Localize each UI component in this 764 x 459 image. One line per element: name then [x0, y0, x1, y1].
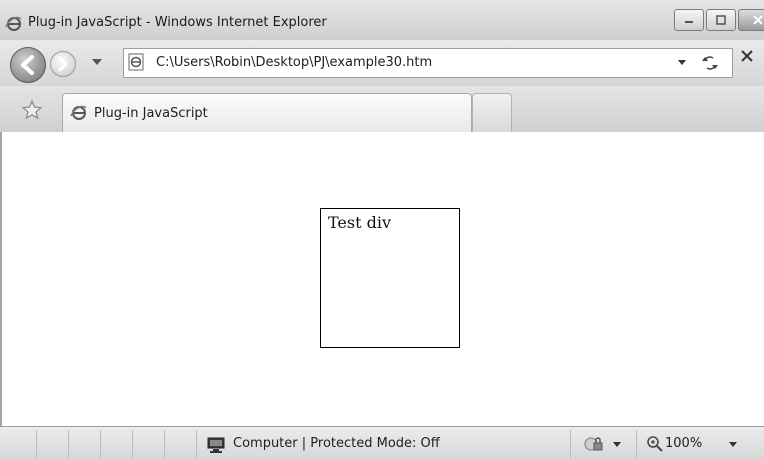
forward-button[interactable] — [50, 51, 76, 77]
address-field[interactable]: C:\Users\Robin\Desktop\PJ\example30.htm — [123, 48, 733, 78]
status-divider — [68, 430, 69, 458]
status-bar: Computer | Protected Mode: Off 100% — [0, 426, 764, 459]
zoom-icon[interactable] — [646, 435, 664, 453]
maximize-button[interactable] — [706, 9, 736, 31]
address-url: C:\Users\Robin\Desktop\PJ\example30.htm — [156, 55, 433, 70]
security-icon[interactable] — [583, 435, 605, 453]
test-div: Test div — [320, 208, 460, 348]
refresh-icon[interactable] — [699, 53, 721, 73]
new-tab-button[interactable] — [472, 93, 512, 132]
status-divider — [196, 430, 197, 458]
browser-window: Plug-in JavaScript - Windows Internet Ex… — [0, 0, 764, 459]
ie-icon — [5, 16, 22, 31]
status-divider — [570, 430, 571, 458]
window-title: Plug-in JavaScript - Windows Internet Ex… — [28, 15, 327, 30]
status-divider — [164, 430, 165, 458]
maximize-icon — [716, 15, 726, 25]
star-icon[interactable] — [21, 99, 43, 121]
caption-buttons — [672, 9, 764, 31]
tab-label: Plug-in JavaScript — [94, 106, 208, 121]
ie-icon — [70, 105, 87, 120]
status-divider — [636, 430, 637, 458]
close-button[interactable] — [738, 9, 764, 31]
chevron-down-icon[interactable] — [728, 439, 738, 449]
test-div-text: Test div — [328, 213, 392, 232]
close-icon — [753, 15, 763, 25]
computer-icon — [207, 437, 225, 453]
security-zone-text[interactable]: Computer | Protected Mode: Off — [233, 436, 440, 451]
minimize-button[interactable] — [674, 9, 704, 31]
tab-plug-in-javascript[interactable]: Plug-in JavaScript — [62, 93, 472, 133]
tab-bar: Plug-in JavaScript — [0, 86, 764, 134]
page-icon — [128, 53, 144, 71]
zoom-level[interactable]: 100% — [665, 436, 702, 451]
navigation-bar: C:\Users\Robin\Desktop\PJ\example30.htm — [0, 40, 764, 86]
title-bar[interactable]: Plug-in JavaScript - Windows Internet Ex… — [0, 0, 764, 41]
minimize-icon — [685, 21, 693, 23]
status-divider — [100, 430, 101, 458]
forward-arrow-icon — [58, 56, 68, 72]
stop-icon[interactable] — [740, 49, 754, 63]
status-divider — [36, 430, 37, 458]
chevron-down-icon[interactable] — [612, 439, 622, 449]
recent-pages-dropdown-icon[interactable] — [90, 55, 104, 69]
address-dropdown-icon[interactable] — [676, 57, 688, 69]
back-button[interactable] — [10, 47, 46, 83]
status-divider — [132, 430, 133, 458]
back-arrow-icon — [21, 55, 34, 75]
